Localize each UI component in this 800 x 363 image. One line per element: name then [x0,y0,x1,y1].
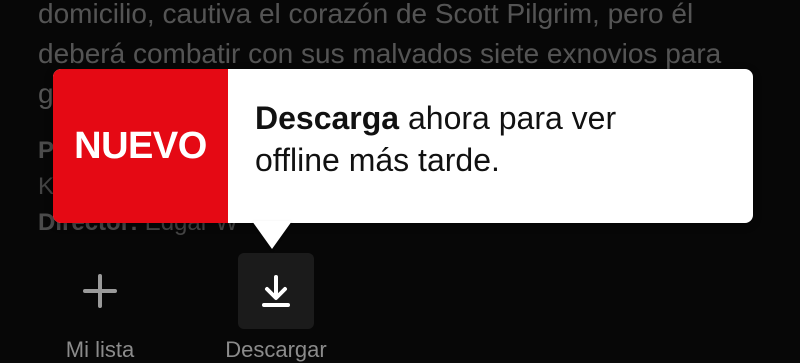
metadata-prefix-2: K [38,173,55,200]
download-button[interactable]: Descargar [216,253,336,363]
tooltip-message-rest: ahora para ver [399,100,617,136]
plus-icon [62,253,138,329]
tooltip-pointer [252,221,292,249]
new-badge-label: NUEVO [74,124,207,167]
metadata-prefix-1: P [38,137,55,164]
download-icon-container[interactable] [238,253,314,329]
download-icon [262,275,290,307]
my-list-button[interactable]: Mi lista [40,253,160,363]
tooltip-message: Descarga ahora para ver offline más tard… [228,69,753,223]
tooltip-message-line-1: Descarga ahora para ver [255,97,725,139]
tooltip-message-line-2: offline más tarde. [255,142,500,178]
synopsis-line-1: domicilio, cautiva el corazón de Scott P… [38,0,694,29]
movie-actions: Mi lista Descargar [0,253,800,363]
tooltip-message-bold: Descarga [255,100,400,136]
new-badge: NUEVO [53,69,228,223]
download-onboarding-tooltip[interactable]: NUEVO Descarga ahora para ver offline má… [53,69,753,223]
download-label: Descargar [225,337,327,362]
synopsis-line-2: deberá combatir con sus malvados siete e… [38,38,722,69]
my-list-label: Mi lista [65,337,135,362]
